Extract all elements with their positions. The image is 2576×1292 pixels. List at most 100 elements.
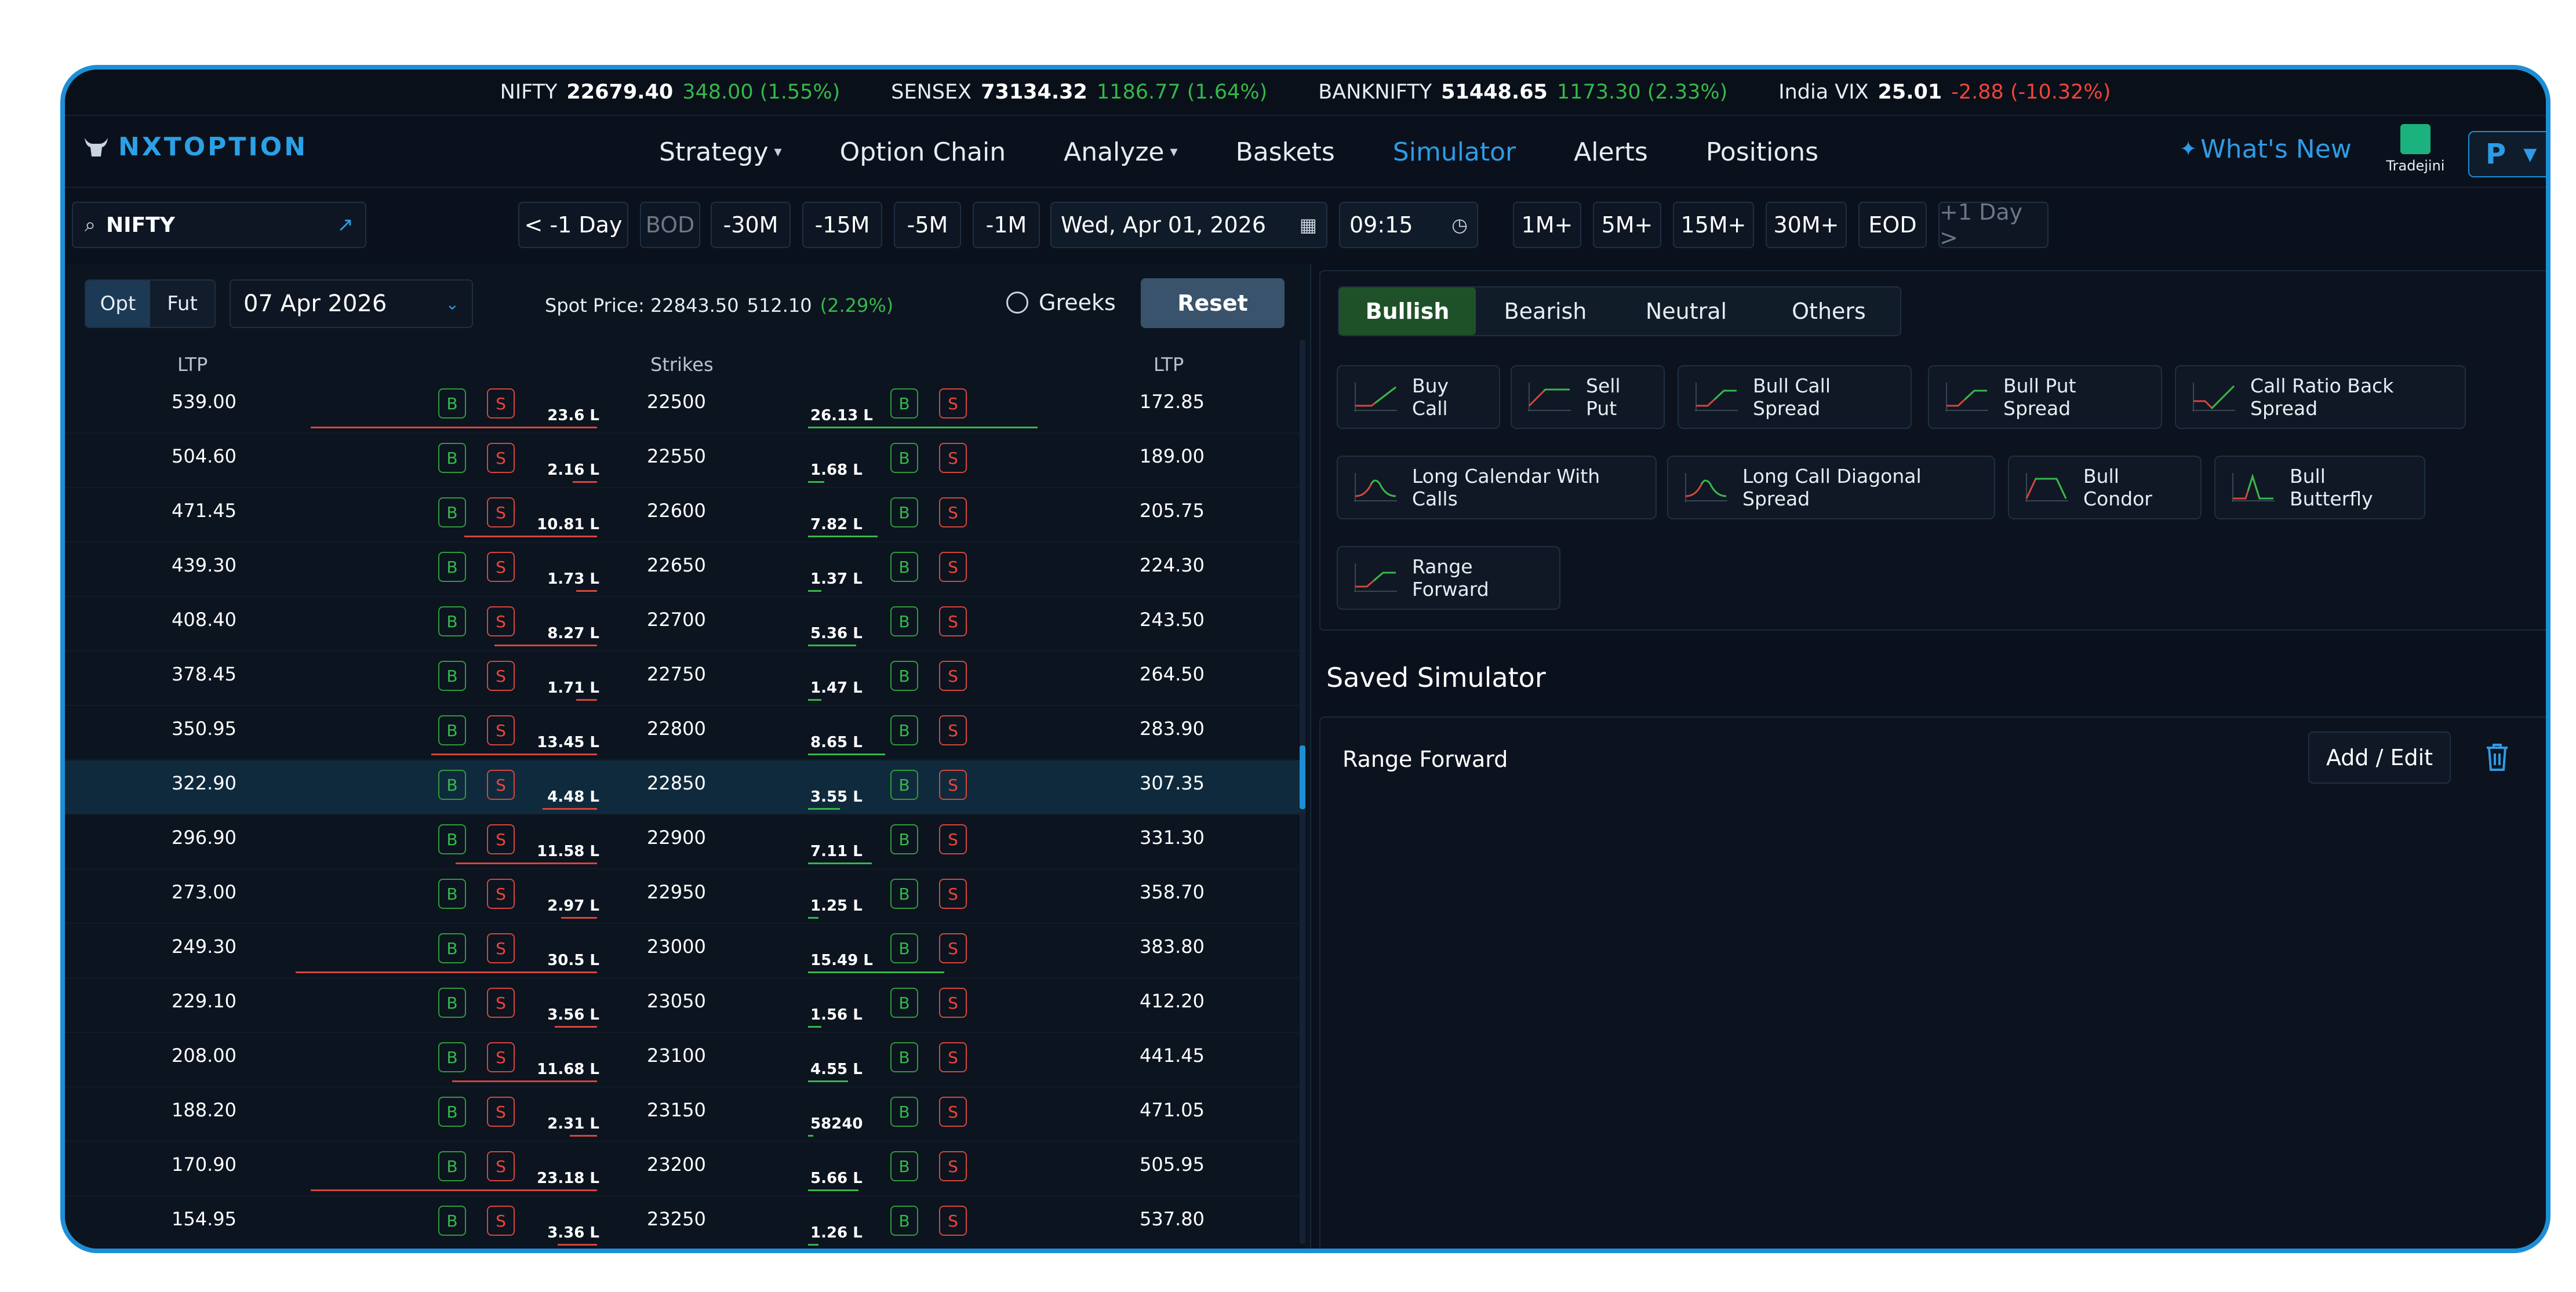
put-buy-button[interactable]: B	[890, 1097, 918, 1127]
put-buy-button[interactable]: B	[890, 1151, 918, 1181]
option-chain-scrollbar[interactable]	[1300, 340, 1305, 1244]
put-buy-button[interactable]: B	[890, 879, 918, 909]
call-buy-button[interactable]: B	[438, 715, 466, 745]
put-sell-button[interactable]: S	[939, 552, 967, 582]
call-sell-button[interactable]: S	[487, 1151, 515, 1181]
nav-analyze[interactable]: Analyze ▾	[1064, 137, 1177, 167]
call-buy-button[interactable]: B	[438, 824, 466, 854]
eod-button[interactable]: EOD	[1858, 202, 1927, 248]
minus-30m-button[interactable]: -30M	[711, 202, 791, 248]
call-buy-button[interactable]: B	[438, 770, 466, 800]
plus-30m-button[interactable]: 30M+	[1766, 202, 1847, 248]
plus-1m-button[interactable]: 1M+	[1513, 202, 1581, 248]
call-sell-button[interactable]: S	[487, 388, 515, 418]
scrollbar-thumb[interactable]	[1300, 745, 1305, 809]
call-sell-button[interactable]: S	[487, 661, 515, 691]
strategy-sell-put[interactable]: Sell Put	[1511, 365, 1665, 429]
minus-15m-button[interactable]: -15M	[802, 202, 882, 248]
put-sell-button[interactable]: S	[939, 388, 967, 418]
call-buy-button[interactable]: B	[438, 388, 466, 418]
put-buy-button[interactable]: B	[890, 661, 918, 691]
call-sell-button[interactable]: S	[487, 933, 515, 963]
broker-badge[interactable]: Tradejini	[2384, 124, 2447, 174]
put-sell-button[interactable]: S	[939, 933, 967, 963]
tab-others[interactable]: Others	[1758, 287, 1900, 335]
call-buy-button[interactable]: B	[438, 443, 466, 473]
nav-option-chain[interactable]: Option Chain	[840, 137, 1006, 167]
strategy-bull-butterfly[interactable]: Bull Butterfly	[2214, 456, 2425, 519]
put-sell-button[interactable]: S	[939, 1206, 967, 1236]
put-buy-button[interactable]: B	[890, 933, 918, 963]
put-sell-button[interactable]: S	[939, 715, 967, 745]
call-buy-button[interactable]: B	[438, 1151, 466, 1181]
call-sell-button[interactable]: S	[487, 1097, 515, 1127]
minus-day-button[interactable]: < -1 Day	[518, 202, 628, 248]
whats-new-link[interactable]: ✦ What's New	[2180, 134, 2352, 164]
add-edit-button[interactable]: Add / Edit	[2308, 731, 2451, 784]
saved-item-name[interactable]: Range Forward	[1342, 747, 1508, 772]
brand-logo[interactable]: NXTOPTION	[82, 132, 308, 162]
call-sell-button[interactable]: S	[487, 770, 515, 800]
put-sell-button[interactable]: S	[939, 824, 967, 854]
strategy-long-call-diagonal-spread[interactable]: Long Call Diagonal Spread	[1667, 456, 1995, 519]
call-sell-button[interactable]: S	[487, 443, 515, 473]
put-buy-button[interactable]: B	[890, 497, 918, 527]
nav-positions[interactable]: Positions	[1706, 137, 1818, 167]
call-buy-button[interactable]: B	[438, 879, 466, 909]
put-buy-button[interactable]: B	[890, 552, 918, 582]
tab-bullish[interactable]: Bullish	[1339, 287, 1476, 335]
put-sell-button[interactable]: S	[939, 1151, 967, 1181]
profile-menu[interactable]: P ▼	[2468, 131, 2546, 177]
strategy-long-calendar-with-calls[interactable]: Long Calendar With Calls	[1337, 456, 1657, 519]
strategy-range-forward[interactable]: Range Forward	[1337, 546, 1560, 610]
call-buy-button[interactable]: B	[438, 1097, 466, 1127]
put-sell-button[interactable]: S	[939, 497, 967, 527]
put-sell-button[interactable]: S	[939, 606, 967, 636]
call-sell-button[interactable]: S	[487, 879, 515, 909]
put-sell-button[interactable]: S	[939, 443, 967, 473]
put-buy-button[interactable]: B	[890, 606, 918, 636]
strategy-buy-call[interactable]: Buy Call	[1337, 365, 1500, 429]
call-sell-button[interactable]: S	[487, 715, 515, 745]
greeks-toggle[interactable]: Greeks	[1006, 290, 1116, 315]
put-buy-button[interactable]: B	[890, 388, 918, 418]
put-sell-button[interactable]: S	[939, 770, 967, 800]
fut-toggle[interactable]: Fut	[150, 281, 214, 327]
plus-15m-button[interactable]: 15M+	[1673, 202, 1754, 248]
put-sell-button[interactable]: S	[939, 1042, 967, 1072]
call-sell-button[interactable]: S	[487, 988, 515, 1018]
call-sell-button[interactable]: S	[487, 824, 515, 854]
tab-neutral[interactable]: Neutral	[1615, 287, 1758, 335]
put-sell-button[interactable]: S	[939, 1097, 967, 1127]
expiry-select[interactable]: 07 Apr 2026 ⌄	[230, 279, 473, 328]
ticker-item-nifty[interactable]: NIFTY 22679.40 348.00 (1.55%)	[500, 81, 841, 104]
symbol-search[interactable]: ⌕ NIFTY ↗	[72, 202, 366, 248]
nav-simulator[interactable]: Simulator	[1393, 137, 1516, 167]
call-buy-button[interactable]: B	[438, 1206, 466, 1236]
date-picker[interactable]: Wed, Apr 01, 2026 ▦	[1050, 202, 1327, 248]
call-buy-button[interactable]: B	[438, 988, 466, 1018]
put-sell-button[interactable]: S	[939, 988, 967, 1018]
call-sell-button[interactable]: S	[487, 1206, 515, 1236]
time-picker[interactable]: 09:15 ◷	[1339, 202, 1478, 248]
bod-button[interactable]: BOD	[640, 202, 700, 248]
minus-1m-button[interactable]: -1M	[973, 202, 1040, 248]
opt-toggle[interactable]: Opt	[86, 281, 150, 327]
nav-baskets[interactable]: Baskets	[1236, 137, 1335, 167]
strategy-bull-condor[interactable]: Bull Condor	[2008, 456, 2202, 519]
nav-strategy[interactable]: Strategy ▾	[659, 137, 782, 167]
call-sell-button[interactable]: S	[487, 497, 515, 527]
strategy-bull-put-spread[interactable]: Bull Put Spread	[1928, 365, 2162, 429]
put-buy-button[interactable]: B	[890, 770, 918, 800]
put-buy-button[interactable]: B	[890, 988, 918, 1018]
call-sell-button[interactable]: S	[487, 552, 515, 582]
symbol-input[interactable]: NIFTY	[106, 213, 326, 237]
call-sell-button[interactable]: S	[487, 1042, 515, 1072]
put-buy-button[interactable]: B	[890, 715, 918, 745]
call-buy-button[interactable]: B	[438, 552, 466, 582]
minus-5m-button[interactable]: -5M	[894, 202, 961, 248]
put-sell-button[interactable]: S	[939, 661, 967, 691]
put-buy-button[interactable]: B	[890, 443, 918, 473]
strategy-call-ratio-back-spread[interactable]: Call Ratio Back Spread	[2175, 365, 2466, 429]
ticker-item-sensex[interactable]: SENSEX 73134.32 1186.77 (1.64%)	[891, 81, 1267, 104]
